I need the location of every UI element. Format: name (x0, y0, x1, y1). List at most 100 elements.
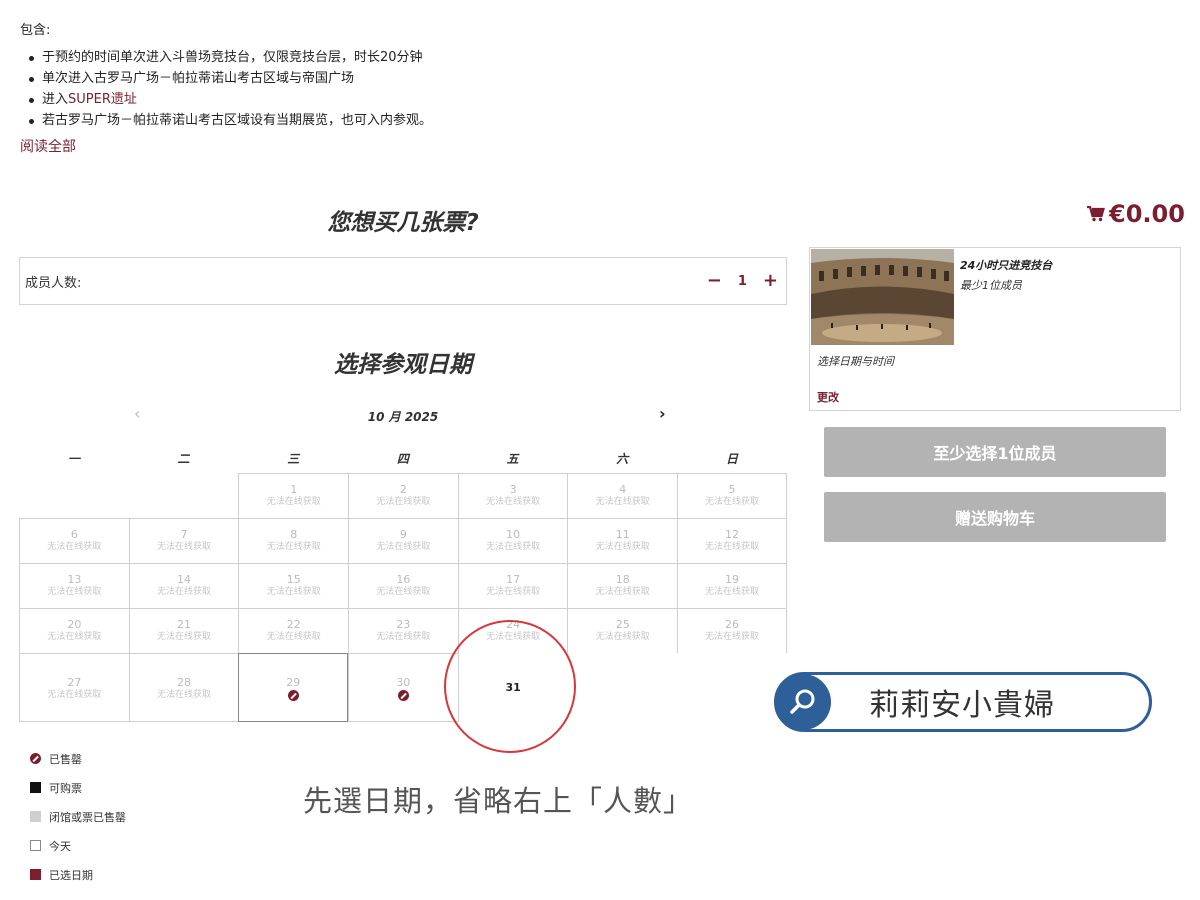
decrease-button[interactable]: − (707, 272, 722, 290)
unavailable-text: 无法在线获取 (595, 587, 650, 597)
unavailable-text: 无法在线获取 (266, 497, 321, 507)
unavailable-text: 无法在线获取 (704, 497, 759, 507)
legend-item: 今天 (30, 831, 126, 860)
available-swatch (30, 782, 41, 793)
calendar-day-unavailable: 22 无法在线获取 (238, 608, 349, 653)
watermark-pill: 莉莉安小貴婦 (774, 672, 1152, 732)
day-number: 28 (177, 676, 192, 689)
increase-button[interactable]: + (763, 272, 778, 290)
calendar-day-unavailable: 12 无法在线获取 (677, 518, 787, 563)
weekday-header: 一 二 三 四 五 六 日 (19, 450, 787, 467)
calendar-day-unavailable: 23 无法在线获取 (348, 608, 458, 653)
calendar-day-available[interactable]: 31 (457, 653, 568, 722)
legend-label: 闭馆或票已售罄 (49, 810, 126, 824)
day-number: 3 (509, 483, 517, 496)
unavailable-text: 无法在线获取 (704, 632, 759, 642)
unavailable-text: 无法在线获取 (704, 542, 759, 552)
calendar-empty-cell (129, 473, 239, 518)
day-number: 30 (396, 676, 411, 689)
unavailable-text: 无法在线获取 (266, 587, 321, 597)
day-number: 4 (619, 483, 627, 496)
change-link[interactable]: 更改 (817, 389, 839, 405)
day-number: 27 (67, 676, 82, 689)
date-heading: 选择参观日期 (334, 352, 472, 378)
weekday-label: 二 (177, 452, 190, 466)
calendar-day-unavailable: 8 无法在线获取 (238, 518, 349, 563)
day-number: 12 (724, 528, 739, 541)
calendar-legend: 已售罄 可购票 闭馆或票已售罄 今天 已选日期 (30, 744, 126, 889)
select-member-button[interactable]: 至少选择1位成员 (824, 427, 1166, 477)
ticket-summary-card: 24小时只进竞技台 最少1位成员 选择日期与时间 更改 (809, 247, 1181, 411)
unavailable-text: 无法在线获取 (376, 497, 431, 507)
list-item: 单次进入古罗马广场－帕拉蒂诺山考古区域与帝国广场 (20, 68, 432, 89)
includes-heading: 包含: (20, 23, 51, 38)
calendar-day-unavailable: 2 无法在线获取 (348, 473, 458, 518)
day-number: 7 (180, 528, 188, 541)
day-number: 22 (286, 618, 301, 631)
calendar-day-unavailable: 17 无法在线获取 (457, 563, 568, 608)
ticket-title: 24小时只进竞技台 (960, 259, 1053, 272)
calendar-day-unavailable: 4 无法在线获取 (567, 473, 678, 518)
day-number: 6 (70, 528, 78, 541)
unavailable-text: 无法在线获取 (376, 587, 431, 597)
day-number: 1 (290, 483, 298, 496)
quantity-value: 1 (737, 273, 747, 289)
list-item: 于预约的时间单次进入斗兽场竞技台，仅限竞技台层，时长20分钟 (20, 47, 432, 68)
day-number: 15 (286, 573, 301, 586)
calendar-week: 1 无法在线获取 2 无法在线获取 3 无法在线获取 4 无法在线获取 5 无法在线获取 (19, 473, 787, 518)
legend-item: 可购票 (30, 773, 126, 802)
super-sites-link[interactable]: SUPER遗址 (68, 92, 137, 107)
gift-cart-button[interactable]: 赠送购物车 (824, 492, 1166, 542)
calendar-day-unavailable: 28 无法在线获取 (128, 653, 239, 722)
read-all-link[interactable]: 阅读全部 (20, 137, 76, 158)
unavailable-text: 无法在线获取 (704, 587, 759, 597)
legend-item: 闭馆或票已售罄 (30, 802, 126, 831)
day-number: 29 (286, 676, 301, 689)
day-number: 13 (67, 573, 82, 586)
calendar-day-unavailable: 25 无法在线获取 (567, 608, 678, 653)
cart-icon (1087, 200, 1105, 228)
calendar-day-unavailable: 20 无法在线获取 (19, 608, 129, 653)
weekday-label: 六 (616, 452, 629, 466)
day-number: 2 (399, 483, 407, 496)
calendar-day-unavailable: 6 无法在线获取 (19, 518, 129, 563)
legend-label: 已选日期 (49, 868, 93, 882)
watermark-text: 莉莉安小貴婦 (869, 688, 1055, 723)
calendar-day-unavailable: 14 无法在线获取 (128, 563, 239, 608)
unavailable-text: 无法在线获取 (47, 690, 102, 700)
day-number: 16 (396, 573, 411, 586)
members-row: 成员人数: − 1 + (19, 257, 787, 305)
calendar-empty-cell (19, 473, 129, 518)
calendar-day-unavailable: 26 无法在线获取 (677, 608, 787, 653)
day-number: 10 (506, 528, 521, 541)
calendar-day-unavailable: 5 无法在线获取 (677, 473, 787, 518)
unavailable-text: 无法在线获取 (486, 587, 541, 597)
calendar-week: 20 无法在线获取 21 无法在线获取 22 无法在线获取 23 无法在线获取 24 无法… (19, 608, 787, 653)
day-number: 19 (724, 573, 739, 586)
unavailable-text: 无法在线获取 (157, 542, 212, 552)
includes-list: 于预约的时间单次进入斗兽场竞技台，仅限竞技台层，时长20分钟 单次进入古罗马广场… (20, 47, 432, 131)
calendar-day-unavailable: 16 无法在线获取 (348, 563, 458, 608)
weekday-label: 一 (67, 452, 80, 466)
unavailable-text: 无法在线获取 (486, 632, 541, 642)
cart-total: €0.00 (1087, 200, 1185, 228)
calendar-week: 27 无法在线获取 28 无法在线获取 29 30 31 (19, 653, 787, 722)
day-number: 23 (396, 618, 411, 631)
colosseum-photo (811, 249, 954, 345)
unavailable-text: 无法在线获取 (266, 542, 321, 552)
calendar-day-unavailable: 18 无法在线获取 (567, 563, 678, 608)
legend-item: 已售罄 (30, 744, 126, 773)
legend-item: 已选日期 (30, 860, 126, 889)
day-number: 31 (505, 681, 521, 694)
sold-out-icon (397, 690, 409, 701)
calendar-day-unavailable: 9 无法在线获取 (348, 518, 458, 563)
calendar-day-unavailable: 24 无法在线获取 (457, 608, 568, 653)
legend-label: 可购票 (49, 781, 82, 795)
calendar-day-soldout: 30 (348, 653, 458, 722)
closed-swatch (30, 811, 41, 822)
unavailable-text: 无法在线获取 (157, 632, 212, 642)
calendar-day-unavailable: 3 无法在线获取 (457, 473, 568, 518)
unavailable-text: 无法在线获取 (47, 632, 102, 642)
next-month-button[interactable]: › (659, 404, 666, 423)
unavailable-text: 无法在线获取 (486, 497, 541, 507)
